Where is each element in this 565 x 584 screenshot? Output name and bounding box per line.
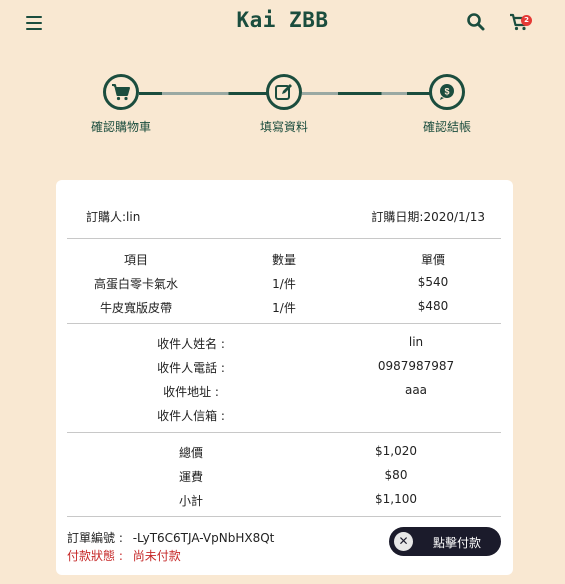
- edit-icon: [275, 84, 292, 100]
- order-number-label: 訂單編號 :: [67, 531, 123, 545]
- step-3-label: 確認結帳: [422, 120, 471, 134]
- order-date-label: 訂購日期:: [371, 210, 424, 224]
- step-1-label: 確認購物車: [90, 120, 151, 134]
- step-2: [266, 74, 302, 110]
- step-connector: [139, 92, 267, 95]
- money-icon: $: [440, 84, 454, 100]
- item-name: 牛皮寬版皮帶: [99, 301, 172, 315]
- order-date-row: 訂購日期:2020/1/13: [371, 208, 485, 225]
- buyer-label: 訂購人:: [86, 210, 127, 224]
- cart-button[interactable]: 2: [509, 12, 535, 34]
- divider: [67, 516, 501, 517]
- cart-icon: [112, 84, 130, 101]
- item-price: $540: [417, 275, 449, 289]
- recipient-email-label: 收件人信箱 :: [157, 409, 225, 423]
- buyer-row: 訂購人:lin: [86, 208, 140, 225]
- recipient-name-label: 收件人姓名 :: [157, 337, 225, 351]
- order-number: -LyT6C6TJA-VpNbHX8Qt: [132, 531, 275, 545]
- subtotal-value: $1,100: [375, 492, 417, 506]
- order-summary-card: 訂購人:lin 訂購日期:2020/1/13 項目 數量 單價 高蛋白零卡氣水 …: [56, 180, 513, 575]
- shipping-value: $80: [384, 468, 408, 482]
- shipping-label: 運費: [178, 470, 203, 484]
- buyer-name: lin: [126, 210, 141, 224]
- total-value: $1,020: [375, 444, 417, 458]
- divider: [67, 323, 501, 324]
- column-header-item: 項目: [123, 253, 148, 267]
- recipient-phone: 0987987987: [377, 359, 455, 373]
- order-date: 2020/1/13: [423, 210, 485, 224]
- search-icon[interactable]: [466, 12, 486, 32]
- checkout-progress: $ 確認購物車 填寫資料 確認結帳: [0, 72, 565, 142]
- subtotal-label: 小計: [178, 494, 203, 508]
- step-1: [103, 74, 139, 110]
- item-qty: 1/件: [272, 277, 296, 291]
- recipient-phone-label: 收件人電話 :: [157, 361, 225, 375]
- payment-status: 尚未付款: [132, 549, 181, 563]
- cart-count-badge: 2: [521, 15, 532, 26]
- payment-status-row: 付款狀態 : 尚未付款: [67, 547, 181, 564]
- step-2-label: 填寫資料: [259, 120, 308, 134]
- top-nav: Kai ZBB 2: [0, 0, 565, 44]
- item-price: $480: [417, 299, 449, 313]
- payment-status-label: 付款狀態 :: [67, 549, 123, 563]
- column-header-qty: 數量: [271, 253, 296, 267]
- svg-text:$: $: [444, 87, 449, 97]
- item-name: 高蛋白零卡氣水: [93, 277, 178, 291]
- step-3: $: [429, 74, 465, 110]
- column-header-price: 單價: [420, 253, 445, 267]
- pay-button-label: 點擊付款: [433, 536, 482, 550]
- total-label: 總價: [178, 446, 203, 460]
- close-icon[interactable]: ✕: [394, 532, 413, 551]
- recipient-address-label: 收件地址 :: [163, 385, 219, 399]
- pay-button[interactable]: ✕ 點擊付款: [389, 527, 501, 556]
- step-connector: [302, 92, 430, 95]
- recipient-name: lin: [408, 335, 424, 349]
- divider: [67, 432, 501, 433]
- recipient-address: aaa: [404, 383, 428, 397]
- order-number-row: 訂單編號 : -LyT6C6TJA-VpNbHX8Qt: [67, 529, 274, 546]
- divider: [67, 238, 501, 239]
- item-qty: 1/件: [272, 301, 296, 315]
